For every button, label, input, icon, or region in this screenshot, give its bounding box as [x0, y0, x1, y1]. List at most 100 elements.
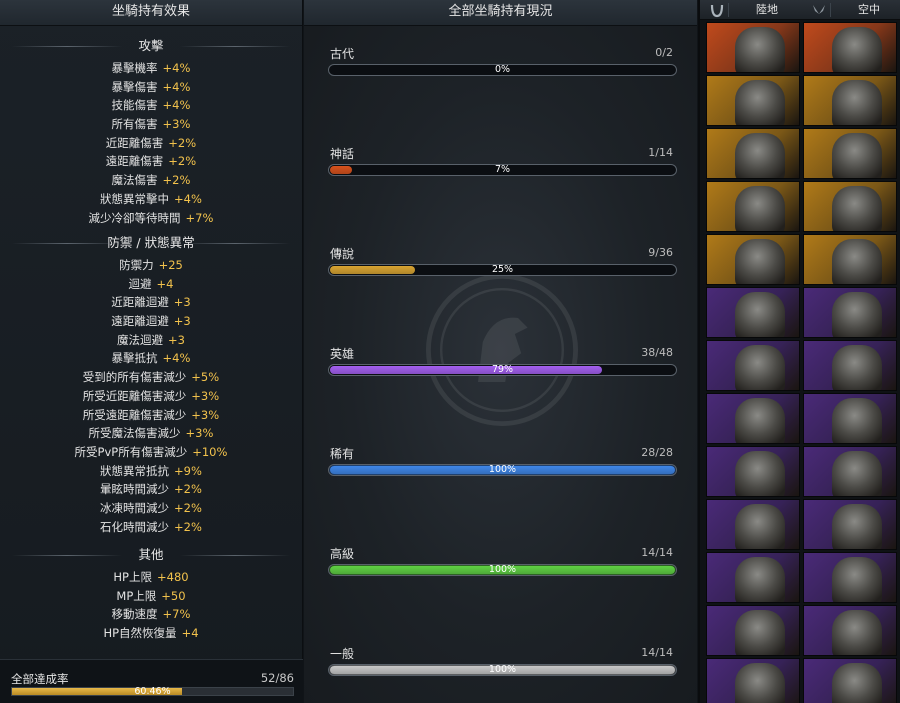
- rarity-percent: 100%: [488, 464, 517, 475]
- stat-name: 魔法傷害: [111, 173, 158, 188]
- mount-tile[interactable]: [706, 22, 800, 73]
- rarity-name: 神話: [330, 147, 355, 161]
- mount-tile[interactable]: [803, 128, 897, 179]
- mount-portrait: [832, 27, 882, 72]
- mount-portrait: [832, 186, 882, 231]
- stat-value: +3: [173, 314, 191, 329]
- stat-row: 近距離迴避 +3: [0, 293, 302, 312]
- stat-name: 暴擊機率: [111, 61, 158, 75]
- stat-value: +4%: [162, 351, 191, 366]
- rarity-progress-bar: 7%: [328, 164, 677, 176]
- stat-name: MP上限: [116, 588, 157, 603]
- tab-land-label: 陸地: [756, 3, 778, 16]
- mount-tile[interactable]: [706, 287, 800, 338]
- rarity-row: 古代 0/2 0%: [328, 45, 677, 85]
- mount-tile[interactable]: [803, 340, 897, 391]
- stat-row: 暈眩時間減少 +2%: [0, 480, 302, 499]
- tab-land[interactable]: 陸地: [700, 0, 800, 20]
- stat-value: +10%: [192, 444, 228, 459]
- tab-separator: [830, 3, 831, 17]
- mount-tile[interactable]: [803, 393, 897, 444]
- rarity-percent: 100%: [488, 564, 517, 575]
- mount-tile[interactable]: [803, 75, 897, 126]
- stat-value: +2%: [174, 482, 202, 497]
- stat-row: 魔法迴避 +3: [0, 331, 302, 350]
- mount-portrait: [832, 398, 882, 443]
- stat-row: 暴擊傷害 +4%: [0, 78, 302, 97]
- stat-value: +5%: [191, 370, 220, 385]
- stat-row: 所受魔法傷害減少 +3%: [0, 424, 302, 443]
- stat-value: +480: [157, 570, 189, 584]
- mount-portrait: [832, 663, 882, 703]
- section-title: 其他: [0, 546, 302, 564]
- mount-type-tabs: 陸地 空中: [700, 0, 900, 20]
- mount-tile[interactable]: [706, 552, 800, 603]
- rarity-progress-bar: 100%: [328, 664, 677, 676]
- mount-tile[interactable]: [706, 446, 800, 497]
- stat-value: +2%: [174, 519, 202, 534]
- mount-tile[interactable]: [803, 234, 897, 285]
- rarity-count: 0/2: [655, 46, 673, 59]
- mount-portrait: [735, 398, 785, 443]
- rarity-name: 高級: [330, 547, 355, 561]
- rarity-name: 古代: [330, 47, 355, 61]
- mount-portrait: [735, 345, 785, 390]
- rarity-percent: 7%: [494, 164, 511, 175]
- stat-row: 所受遠距離傷害減少 +3%: [0, 406, 302, 425]
- mount-tile[interactable]: [803, 605, 897, 656]
- mount-tile[interactable]: [706, 340, 800, 391]
- stat-value: +3%: [162, 117, 191, 132]
- mount-portrait: [832, 345, 882, 390]
- mount-tile[interactable]: [803, 552, 897, 603]
- mount-tile[interactable]: [706, 128, 800, 179]
- mount-tile[interactable]: [803, 22, 897, 73]
- stat-row: 石化時間減少 +2%: [0, 518, 302, 537]
- mount-tile[interactable]: [706, 75, 800, 126]
- stat-value: +4: [156, 276, 174, 291]
- mount-portrait: [735, 663, 785, 703]
- stat-name: 暴擊傷害: [111, 79, 158, 94]
- stat-value: +2%: [174, 500, 202, 515]
- total-achievement-label: 全部達成率: [11, 672, 69, 686]
- mount-tile[interactable]: [803, 499, 897, 550]
- mount-tile[interactable]: [803, 287, 897, 338]
- mount-tile[interactable]: [706, 499, 800, 550]
- mount-tile[interactable]: [706, 393, 800, 444]
- stat-name: 減少冷卻等待時間: [88, 210, 181, 225]
- rarity-progress-bar: 25%: [328, 264, 677, 276]
- rarity-row: 英雄 38/48 79%: [328, 345, 677, 385]
- stat-value: +4%: [174, 191, 202, 206]
- stat-row: 減少冷卻等待時間 +7%: [0, 209, 302, 228]
- mount-tile[interactable]: [706, 181, 800, 232]
- mount-tile[interactable]: [803, 658, 897, 703]
- total-achievement: 全部達成率 52/86 60.46%: [0, 659, 303, 703]
- mount-portrait: [735, 80, 785, 125]
- mount-portrait: [832, 80, 882, 125]
- mount-tile[interactable]: [706, 234, 800, 285]
- mount-portrait: [735, 133, 785, 178]
- stat-row: 冰凍時間減少 +2%: [0, 499, 302, 518]
- stat-value: +3: [168, 332, 185, 347]
- stat-row: 遠距離迴避 +3: [0, 312, 302, 331]
- mount-tile[interactable]: [706, 605, 800, 656]
- mount-tile[interactable]: [706, 658, 800, 703]
- rarity-percent: 79%: [491, 364, 514, 375]
- stat-row: HP上限 +480: [0, 568, 302, 587]
- stat-row: 遠距離傷害 +2%: [0, 152, 302, 171]
- stat-name: 暈眩時間減少: [100, 482, 170, 497]
- total-achievement-percent: 60.46%: [134, 686, 171, 697]
- tab-air[interactable]: 空中: [802, 0, 900, 20]
- mount-tile[interactable]: [803, 446, 897, 497]
- stat-name: 石化時間減少: [100, 519, 170, 534]
- mount-portrait: [735, 27, 785, 72]
- stat-row: 防禦力 +25: [0, 256, 302, 275]
- stat-value: +50: [161, 588, 186, 603]
- stat-value: +2%: [168, 154, 197, 169]
- stat-value: +3%: [191, 407, 220, 422]
- rarity-count: 9/36: [648, 246, 673, 259]
- mount-tile[interactable]: [803, 181, 897, 232]
- mount-portrait: [832, 504, 882, 549]
- rarity-row: 神話 1/14 7%: [328, 145, 677, 185]
- rarity-name: 一般: [330, 647, 355, 661]
- stat-value: +4%: [162, 98, 191, 113]
